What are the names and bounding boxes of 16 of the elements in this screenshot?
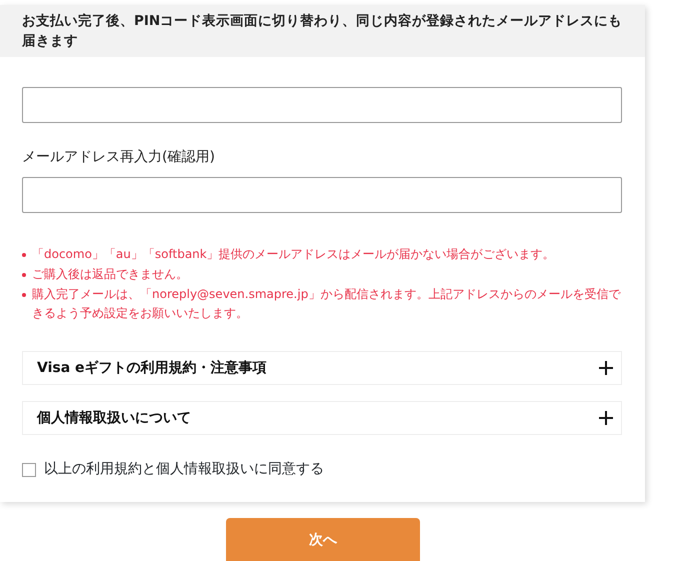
plus-icon bbox=[599, 361, 613, 375]
email-input[interactable] bbox=[22, 87, 622, 123]
checkbox[interactable] bbox=[22, 462, 36, 476]
note-text: ご購入後は返品できません。 bbox=[32, 266, 188, 283]
email-input[interactable] bbox=[22, 177, 622, 213]
accordion-header[interactable]: Visa eギフトの利用規約・注意事項 bbox=[22, 351, 622, 385]
plus-icon bbox=[599, 411, 613, 425]
notice-text: お支払い完了後、PINコード表示画面に切り替わり、同じ内容が登録されたメールアドレスにも届きます bbox=[0, 5, 645, 57]
note-text: 「docomo」「au」「softbank」提供のメールアドレスはメールが届かない場合がございます。 bbox=[32, 246, 555, 263]
agreement-label: 以上の利用規約と個人情報取扱いに同意する bbox=[44, 460, 324, 479]
accordion-header[interactable]: 個人情報取扱いについて bbox=[22, 401, 622, 435]
field-label: メールアドレス再入力(確認用) bbox=[22, 148, 216, 167]
bullet-icon bbox=[22, 293, 26, 297]
bullet-icon bbox=[22, 273, 26, 277]
bullet-icon bbox=[22, 253, 26, 257]
note-text: 購入完了メールは、「noreply@seven.smapre.jp」から配信されます。上記アドレスからのメールを受信できるよう予め設定をお願いいたします。 bbox=[32, 286, 622, 322]
